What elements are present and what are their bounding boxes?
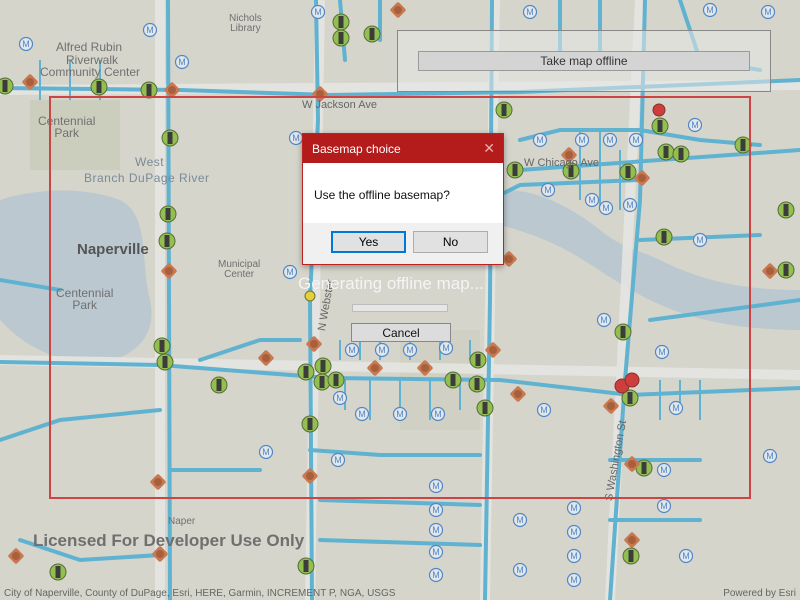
valve-icon xyxy=(777,261,795,279)
svg-text:M: M xyxy=(432,547,440,557)
valve-icon xyxy=(777,201,795,219)
svg-text:M: M xyxy=(706,5,714,15)
svg-text:M: M xyxy=(432,570,440,580)
dialog-message: Use the offline basemap? xyxy=(314,188,450,202)
svg-text:M: M xyxy=(682,551,690,561)
meter-icon: M xyxy=(656,498,672,514)
offline-control-panel: Take map offline xyxy=(397,30,771,92)
meter-icon: M xyxy=(310,4,326,20)
meter-icon: M xyxy=(18,36,34,52)
map-attribution: City of Naperville, County of DuPage, Es… xyxy=(0,588,800,600)
map-label-community-center: Community Center xyxy=(40,65,141,79)
meter-icon: M xyxy=(566,524,582,540)
svg-text:M: M xyxy=(22,39,30,49)
dialog-title: Basemap choice xyxy=(312,142,401,156)
meter-icon: M xyxy=(566,572,582,588)
svg-text:M: M xyxy=(516,565,524,575)
take-map-offline-button[interactable]: Take map offline xyxy=(418,51,750,71)
meter-icon: M xyxy=(702,2,718,18)
meter-icon: M xyxy=(428,522,444,538)
meter-icon: M xyxy=(566,500,582,516)
meter-icon: M xyxy=(428,502,444,518)
valve-icon xyxy=(0,77,14,95)
basemap-choice-dialog: Basemap choice ✕ Use the offline basemap… xyxy=(302,133,504,265)
meter-icon: M xyxy=(522,4,538,20)
valve-icon xyxy=(90,78,108,96)
attribution-sources: City of Naperville, County of DuPage, Es… xyxy=(4,588,396,599)
meter-icon: M xyxy=(762,448,778,464)
svg-text:M: M xyxy=(660,501,668,511)
valve-icon xyxy=(622,547,640,565)
svg-text:M: M xyxy=(570,527,578,537)
svg-text:M: M xyxy=(516,515,524,525)
svg-text:M: M xyxy=(570,551,578,561)
svg-text:M: M xyxy=(766,451,774,461)
valve-icon xyxy=(332,13,350,31)
meter-icon: M xyxy=(512,512,528,528)
svg-text:M: M xyxy=(526,7,534,17)
svg-text:M: M xyxy=(432,525,440,535)
dialog-body: Use the offline basemap? xyxy=(303,163,503,223)
progress-bar xyxy=(352,304,448,312)
meter-icon: M xyxy=(512,562,528,578)
valve-icon xyxy=(363,25,381,43)
svg-text:M: M xyxy=(570,575,578,585)
license-watermark: Licensed For Developer Use Only xyxy=(33,531,305,550)
valve-icon xyxy=(297,557,315,575)
no-button[interactable]: No xyxy=(413,231,488,253)
meter-icon: M xyxy=(760,4,776,20)
powered-by-esri[interactable]: Powered by Esri xyxy=(723,588,796,600)
meter-icon: M xyxy=(678,548,694,564)
valve-icon xyxy=(49,563,67,581)
map-label-naper: Naper xyxy=(168,516,196,527)
svg-text:M: M xyxy=(314,7,322,17)
map-label-alfred-rubin: Alfred Rubin xyxy=(56,40,123,54)
yes-button[interactable]: Yes xyxy=(331,231,406,253)
svg-text:M: M xyxy=(146,25,154,35)
progress-message: Generating offline map... xyxy=(298,274,484,293)
svg-text:M: M xyxy=(432,505,440,515)
svg-text:M: M xyxy=(178,57,186,67)
close-icon[interactable]: ✕ xyxy=(483,140,495,157)
meter-icon: M xyxy=(428,567,444,583)
map-label-nichols-library: Nichols Library xyxy=(229,13,262,34)
meter-icon: M xyxy=(566,548,582,564)
meter-icon: M xyxy=(142,22,158,38)
meter-icon: M xyxy=(428,544,444,560)
valve-icon xyxy=(332,29,350,47)
meter-icon: M xyxy=(174,54,190,70)
dialog-titlebar[interactable]: Basemap choice ✕ xyxy=(303,134,503,163)
svg-text:M: M xyxy=(570,503,578,513)
svg-text:M: M xyxy=(764,7,772,17)
cancel-button[interactable]: Cancel xyxy=(351,323,451,342)
